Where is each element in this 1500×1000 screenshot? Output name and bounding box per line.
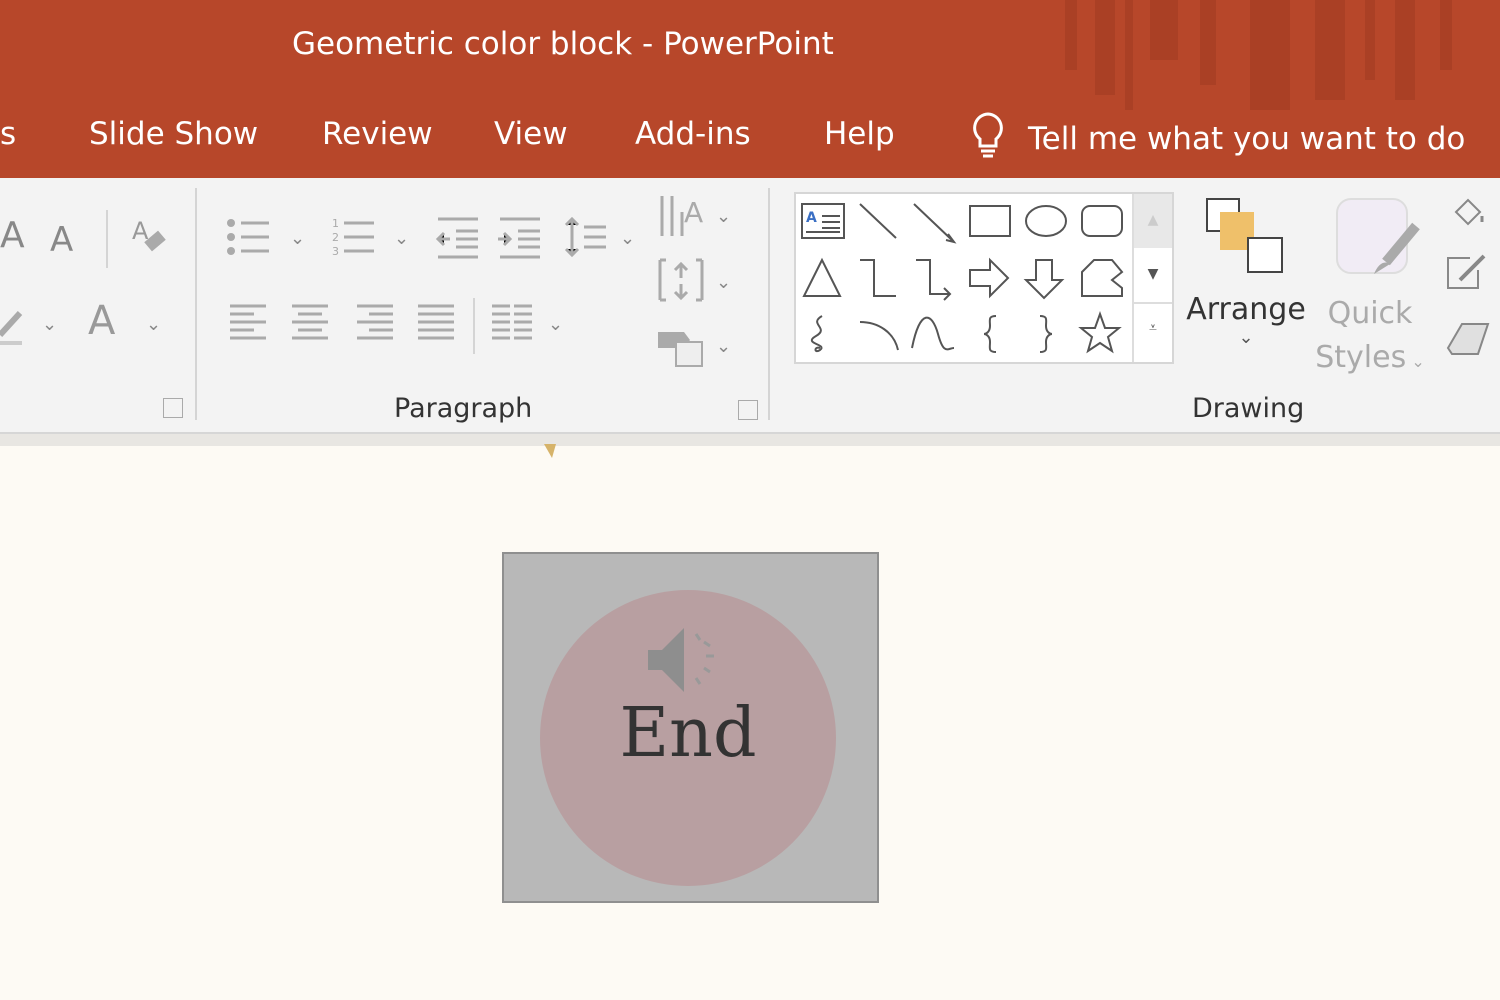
align-left-icon[interactable] [228, 302, 268, 346]
paragraph-dialog-launcher-icon[interactable] [738, 400, 758, 420]
line-spacing-icon[interactable] [562, 215, 610, 259]
end-button-shape[interactable]: End [502, 552, 879, 903]
gallery-scroll[interactable]: ▲ ▼ ⩡ [1132, 194, 1172, 362]
font-color-icon[interactable]: A [88, 298, 115, 344]
columns-dropdown[interactable]: ⌄ [548, 314, 563, 335]
scroll-down-icon[interactable]: ▼ [1134, 248, 1172, 304]
shape-effects-icon[interactable] [1444, 318, 1500, 362]
more-shapes-icon[interactable]: ⩡ [1134, 304, 1172, 360]
smartart-icon[interactable] [656, 330, 706, 370]
tell-me-label: Tell me what you want to do [1028, 121, 1466, 157]
increase-font-size-icon[interactable]: A [0, 215, 25, 256]
increase-indent-icon[interactable] [496, 215, 544, 259]
tab-slide-show[interactable]: Slide Show [89, 116, 258, 152]
tab-review[interactable]: Review [322, 116, 433, 152]
align-center-icon[interactable] [290, 302, 330, 346]
justify-icon[interactable] [416, 302, 456, 346]
bullets-icon[interactable] [225, 215, 273, 259]
clear-formatting-icon[interactable]: A [130, 215, 170, 259]
align-right-icon[interactable] [355, 302, 395, 346]
arrange-button[interactable]: Arrange ⌄ [1186, 292, 1306, 348]
numbering-icon[interactable]: 123 [330, 215, 378, 259]
decrease-font-size-icon[interactable]: A [50, 220, 73, 260]
arrange-icon [1206, 198, 1283, 273]
shape-fill-icon[interactable] [1448, 192, 1500, 232]
align-text-dropdown[interactable]: ⌄ [716, 272, 731, 293]
svg-text:A: A [806, 210, 817, 226]
end-label: End [619, 694, 757, 773]
text-direction-icon[interactable]: A [656, 192, 706, 242]
lightbulb-icon [968, 110, 1008, 168]
align-text-icon[interactable] [656, 256, 706, 306]
window-title: Geometric color block - PowerPoint [292, 26, 834, 62]
quick-styles-label-1: Quick [1327, 296, 1413, 331]
tab-view[interactable]: View [494, 116, 568, 152]
svg-text:A: A [684, 196, 703, 229]
quick-styles-label-2: Styles [1315, 340, 1407, 375]
columns-icon[interactable] [490, 302, 534, 346]
line-spacing-dropdown[interactable]: ⌄ [620, 228, 635, 249]
text-direction-dropdown[interactable]: ⌄ [716, 206, 731, 227]
svg-text:2: 2 [332, 231, 339, 244]
highlight-dropdown[interactable]: ⌄ [42, 314, 57, 335]
paragraph-group-label: Paragraph [394, 393, 533, 424]
quick-styles-icon [1336, 198, 1420, 274]
font-dialog-launcher-icon[interactable] [163, 398, 183, 418]
highlight-icon[interactable] [0, 305, 30, 345]
quick-styles-button[interactable]: Quick Styles ⌄ [1310, 292, 1430, 384]
svg-text:3: 3 [332, 245, 339, 258]
svg-text:1: 1 [332, 217, 339, 230]
title-bar: Geometric color block - PowerPoint s Sli… [0, 0, 1500, 178]
scroll-up-icon[interactable]: ▲ [1134, 194, 1172, 248]
decrease-indent-icon[interactable] [434, 215, 482, 259]
ribbon-border [0, 434, 1500, 446]
tab-animations[interactable]: s [0, 116, 16, 152]
shapes-grid[interactable]: A [800, 198, 1134, 360]
arrange-label: Arrange [1186, 292, 1306, 327]
shape-outline-icon[interactable] [1446, 254, 1500, 294]
drawing-group-label: Drawing [1192, 393, 1305, 424]
chevron-down-icon: ⌄ [1238, 327, 1254, 348]
font-color-dropdown[interactable]: ⌄ [146, 314, 161, 335]
tab-help[interactable]: Help [824, 116, 895, 152]
numbering-dropdown[interactable]: ⌄ [394, 228, 409, 249]
smartart-dropdown[interactable]: ⌄ [716, 336, 731, 357]
end-circle: End [540, 590, 836, 886]
tab-add-ins[interactable]: Add-ins [635, 116, 751, 152]
tell-me-search[interactable]: Tell me what you want to do [968, 110, 1465, 168]
slide-marker [544, 444, 556, 458]
speaker-icon [648, 628, 714, 692]
bullets-dropdown[interactable]: ⌄ [290, 228, 305, 249]
